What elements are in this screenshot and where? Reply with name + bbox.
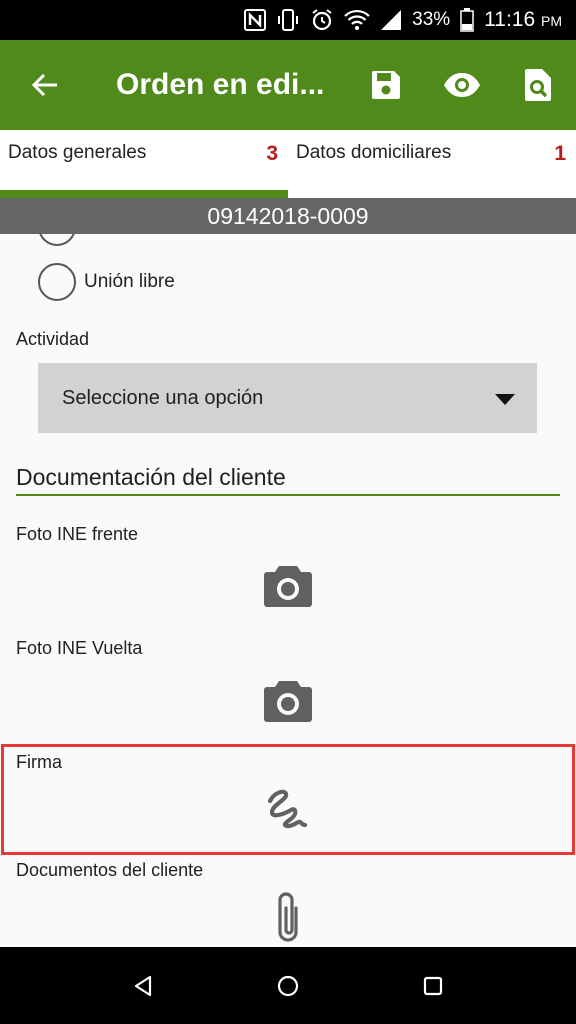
clock: 11:16 PM (484, 8, 562, 32)
back-button[interactable] (0, 40, 90, 130)
actividad-label: Actividad (16, 329, 90, 349)
caret-down-icon (495, 394, 515, 405)
eye-icon (444, 73, 480, 97)
save-button[interactable] (348, 40, 424, 130)
actividad-dropdown[interactable]: Seleccione una opción (38, 363, 537, 433)
vibrate-icon (276, 8, 300, 32)
tab-label: Datos domiciliares (296, 142, 452, 163)
paperclip-icon[interactable] (272, 890, 304, 946)
radio-button[interactable] (38, 263, 76, 301)
tab-datos-generales[interactable]: Datos generales 3 (0, 130, 288, 198)
alarm-icon (310, 8, 334, 32)
clock-suffix: PM (541, 13, 562, 29)
signature-icon[interactable] (264, 787, 312, 833)
back-icon (134, 975, 151, 996)
documents-label: Documentos del cliente (16, 860, 204, 880)
tab-datos-domiciliares[interactable]: Datos domiciliares 1 (288, 130, 576, 198)
tab-indicator (0, 190, 288, 198)
order-number: 09142018-0009 (207, 202, 369, 229)
tab-badge: 1 (554, 142, 566, 165)
camera-icon[interactable] (263, 564, 313, 608)
app-bar: Orden en edi... (0, 40, 576, 130)
search-document-button[interactable] (500, 40, 576, 130)
search-document-icon (525, 69, 551, 101)
nav-back-button[interactable] (113, 956, 173, 1016)
home-icon (277, 975, 299, 996)
nfc-icon (244, 9, 267, 31)
page-title: Orden en edi... (116, 68, 325, 101)
signature-label: Firma (16, 752, 62, 772)
nav-home-button[interactable] (258, 956, 318, 1016)
battery-percent: 33% (412, 9, 451, 30)
radio-option-partial[interactable] (38, 234, 76, 246)
dropdown-value: Seleccione una opción (62, 386, 264, 409)
recents-icon (424, 976, 443, 995)
photo-front-label: Foto INE frente (16, 524, 139, 544)
radio-button[interactable] (38, 234, 76, 246)
camera-icon[interactable] (263, 679, 313, 723)
section-divider (16, 494, 560, 496)
clock-time: 11:16 (484, 8, 536, 31)
arrow-left-icon (31, 73, 57, 97)
radio-label: Unión libre (84, 271, 175, 292)
photo-back-field (0, 679, 576, 723)
radio-option-union-libre[interactable]: Unión libre (38, 263, 175, 301)
form-content[interactable]: Unión libre Actividad Seleccione una opc… (0, 234, 576, 947)
tab-badge: 3 (266, 142, 278, 165)
battery-icon (460, 8, 474, 32)
nav-recents-button[interactable] (403, 956, 463, 1016)
preview-button[interactable] (424, 40, 500, 130)
save-icon (372, 71, 400, 99)
documents-field (0, 890, 576, 946)
system-nav-bar (0, 947, 576, 1024)
section-title: Documentación del cliente (16, 464, 286, 490)
photo-back-label: Foto INE Vuelta (16, 638, 143, 658)
photo-front-field (0, 564, 576, 608)
signal-icon (380, 9, 402, 31)
signature-field (0, 787, 576, 833)
tab-bar: Datos generales 3 Datos domiciliares 1 (0, 130, 576, 198)
order-number-bar: 09142018-0009 (0, 198, 576, 234)
wifi-icon (344, 9, 370, 31)
tab-label: Datos generales (8, 142, 147, 163)
status-bar: 33% 11:16 PM (0, 0, 576, 40)
